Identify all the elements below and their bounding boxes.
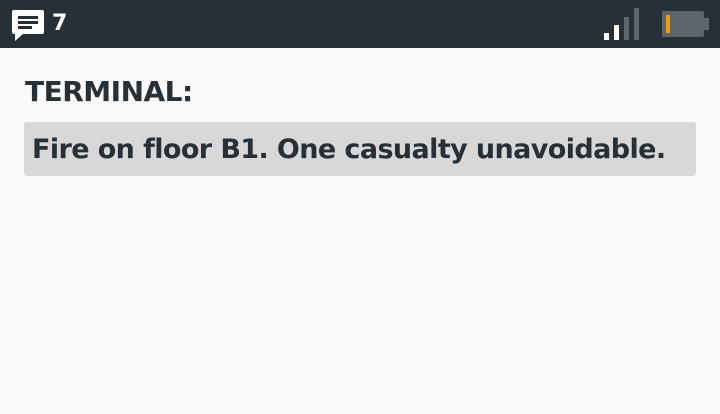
status-bar: 7 xyxy=(0,0,720,48)
message-count: 7 xyxy=(52,11,68,36)
main-content: TERMINAL: Fire on floor B1. One casualty… xyxy=(0,48,720,414)
terminal-label: TERMINAL: xyxy=(25,75,193,108)
battery-icon xyxy=(662,11,709,37)
message-bubble-icon xyxy=(12,10,44,41)
terminal-message: Fire on floor B1. One casualty unavoidab… xyxy=(32,134,666,165)
terminal-message-box: Fire on floor B1. One casualty unavoidab… xyxy=(24,122,696,176)
battery-level-fill xyxy=(666,15,670,33)
signal-strength-icon xyxy=(604,8,639,40)
